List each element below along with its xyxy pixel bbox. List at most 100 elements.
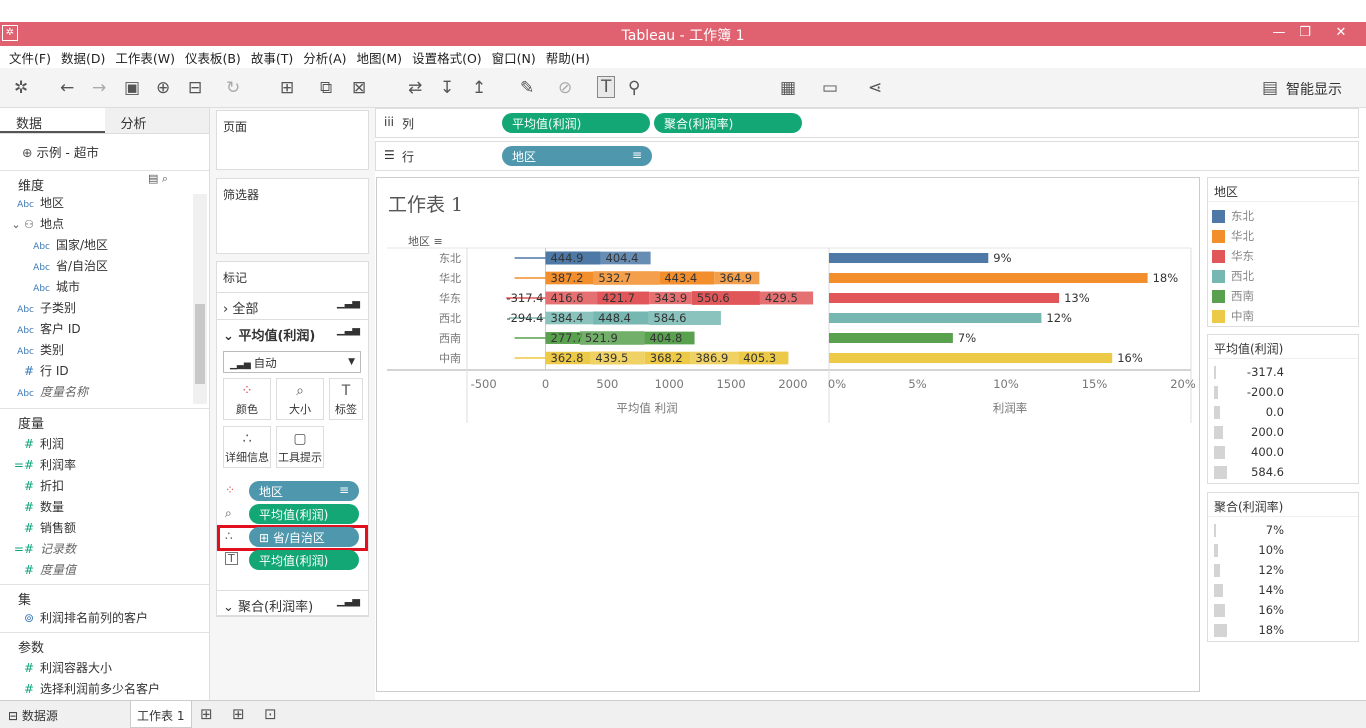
mark-type-select[interactable]: ▁▃▅ 自动 ▼: [223, 351, 361, 373]
size-legend-item[interactable]: 7%: [1212, 523, 1284, 537]
refresh-icon[interactable]: ↻: [226, 78, 240, 98]
menu-map[interactable]: 地图(M): [357, 48, 403, 67]
mark-pill-avg-profit-label[interactable]: 平均值(利润): [249, 550, 359, 570]
size-button[interactable]: ⌕ 大小: [276, 378, 324, 420]
filters-card[interactable]: 筛选器: [216, 178, 369, 254]
size-legend-profit[interactable]: 平均值(利润) -317.4 -200.0 0.0 200.0 400.0 584.6: [1207, 334, 1359, 484]
color-button[interactable]: ⁘ 颜色: [223, 378, 271, 420]
mark-pill-region[interactable]: 地区 ≡: [249, 481, 359, 501]
param-profit-bin[interactable]: # 利润容器大小: [0, 659, 195, 679]
field-profit[interactable]: # 利润: [0, 435, 195, 455]
size-legend-item[interactable]: -200.0: [1212, 385, 1284, 399]
field-region[interactable]: Abc 地区: [0, 194, 195, 214]
field-customer-id[interactable]: Abc 客户 ID: [0, 320, 195, 340]
columns-shelf[interactable]: iii 列 平均值(利润) 聚合(利润率): [375, 108, 1359, 138]
label-button[interactable]: T 标签: [329, 378, 363, 420]
show-me-icon[interactable]: ▤: [1262, 78, 1278, 98]
share-icon[interactable]: ⋖: [868, 78, 882, 98]
field-discount[interactable]: # 折扣: [0, 477, 195, 497]
size-legend-item[interactable]: 14%: [1212, 583, 1284, 597]
datasource-tab[interactable]: ⊟ 数据源: [8, 707, 58, 724]
color-legend-item[interactable]: 华东: [1212, 248, 1254, 264]
menu-story[interactable]: 故事(T): [251, 48, 293, 67]
menu-worksheet[interactable]: 工作表(W): [115, 48, 175, 67]
new-worksheet-icon[interactable]: ⊞: [280, 78, 294, 98]
mark-pill-province[interactable]: ⊞ 省/自治区: [249, 527, 359, 547]
size-legend-item[interactable]: 16%: [1212, 603, 1284, 617]
field-province[interactable]: Abc 省/自治区: [0, 257, 195, 277]
new-story-icon[interactable]: ⊡: [264, 705, 277, 723]
close-button[interactable]: ✕: [1318, 22, 1364, 46]
marks-agg-margin-row[interactable]: ⌄ 聚合(利润率) ▁▃▅: [216, 590, 369, 616]
tab-data[interactable]: 数据: [0, 108, 105, 133]
color-legend-item[interactable]: 西北: [1212, 268, 1254, 284]
sheet-tab[interactable]: 工作表 1: [130, 701, 192, 728]
group-icon[interactable]: ⊘: [558, 78, 572, 98]
marks-all-row[interactable]: › 全部 ▁▃▅: [217, 292, 368, 318]
marks-avg-profit-row[interactable]: ⌄ 平均值(利润) ▁▃▅: [217, 319, 368, 345]
menu-window[interactable]: 窗口(N): [492, 48, 536, 67]
worksheet-view[interactable]: 工作表 1 地区 ≡ 东北 444.9 404.4 9% 华北 387.2 532.7 443…: [376, 177, 1200, 692]
field-category[interactable]: Abc 类别: [0, 341, 195, 361]
size-legend-item[interactable]: 584.6: [1212, 465, 1284, 479]
show-labels-icon[interactable]: T: [597, 76, 616, 98]
menu-help[interactable]: 帮助(H): [546, 48, 590, 67]
clear-sheet-icon[interactable]: ⊠: [352, 78, 366, 98]
field-subcategory[interactable]: Abc 子类别: [0, 299, 195, 319]
fix-axes-icon[interactable]: ⚲: [628, 78, 640, 98]
tooltip-button[interactable]: ▢ 工具提示: [276, 426, 324, 468]
new-datasource-icon[interactable]: ⊕: [156, 78, 170, 98]
menu-analysis[interactable]: 分析(A): [303, 48, 346, 67]
pages-card[interactable]: 页面: [216, 110, 369, 170]
menu-data[interactable]: 数据(D): [61, 48, 105, 67]
search-icon[interactable]: ▤ ⌕: [148, 172, 168, 186]
field-measure-names[interactable]: Abc 度量名称: [0, 383, 195, 403]
duplicate-sheet-icon[interactable]: ⧉: [320, 78, 332, 98]
tableau-icon[interactable]: ✲: [14, 78, 28, 98]
menu-file[interactable]: 文件(F): [9, 48, 51, 67]
size-legend-item[interactable]: 18%: [1212, 623, 1284, 637]
field-quantity[interactable]: # 数量: [0, 498, 195, 518]
size-legend-item[interactable]: 400.0: [1212, 445, 1284, 459]
detail-button[interactable]: ∴ 详细信息: [223, 426, 271, 468]
color-legend-item[interactable]: 西南: [1212, 288, 1254, 304]
field-profit-margin[interactable]: =# 利润率: [0, 456, 195, 476]
save-icon[interactable]: ▣: [124, 78, 140, 98]
column-pill-avg-profit[interactable]: 平均值(利润): [502, 113, 650, 133]
show-cards-icon[interactable]: ▦: [780, 78, 796, 98]
field-location[interactable]: ⌄ ⚇ 地点: [0, 215, 195, 235]
tab-analysis[interactable]: 分析: [104, 108, 209, 133]
size-legend-item[interactable]: 200.0: [1212, 425, 1284, 439]
show-me-button[interactable]: 智能显示: [1286, 79, 1342, 99]
sort-asc-icon[interactable]: ↧: [440, 78, 454, 98]
size-legend-item[interactable]: 0.0: [1212, 405, 1284, 419]
swap-icon[interactable]: ⇄: [408, 78, 422, 98]
presentation-icon[interactable]: ▭: [822, 78, 838, 98]
field-measure-values[interactable]: # 度量值: [0, 561, 195, 581]
size-legend-item[interactable]: 12%: [1212, 563, 1284, 577]
size-legend-item[interactable]: -317.4: [1212, 365, 1284, 379]
row-pill-region[interactable]: 地区 ≡: [502, 146, 652, 166]
undo-icon[interactable]: ←: [60, 78, 74, 98]
color-legend-item[interactable]: 东北: [1212, 208, 1254, 224]
redo-icon[interactable]: →: [92, 78, 106, 98]
dimensions-scrollbar[interactable]: [193, 194, 207, 404]
field-record-count[interactable]: =# 记录数: [0, 540, 195, 560]
field-city[interactable]: Abc 城市: [0, 278, 195, 298]
column-pill-agg-margin[interactable]: 聚合(利润率): [654, 113, 802, 133]
set-top-customers[interactable]: ⊚ 利润排名前列的客户: [0, 609, 195, 629]
chart-svg[interactable]: 东北 444.9 404.4 9% 华北 387.2 532.7 443.4 364.9 18% 华…: [377, 178, 1199, 428]
rows-shelf[interactable]: ☰ 行 地区 ≡: [375, 141, 1359, 171]
color-legend-item[interactable]: 中南: [1212, 308, 1254, 324]
new-dashboard-icon[interactable]: ⊞: [232, 705, 245, 723]
sort-desc-icon[interactable]: ↥: [472, 78, 486, 98]
color-legend-item[interactable]: 华北: [1212, 228, 1254, 244]
param-top-customers[interactable]: # 选择利润前多少名客户: [0, 680, 195, 700]
field-row-id[interactable]: # 行 ID: [0, 362, 195, 382]
menu-format[interactable]: 设置格式(O): [412, 48, 482, 67]
field-country[interactable]: Abc 国家/地区: [0, 236, 195, 256]
new-sheet-icon[interactable]: ⊞: [200, 705, 213, 723]
restore-button[interactable]: ❐: [1290, 22, 1320, 46]
menu-dashboard[interactable]: 仪表板(B): [185, 48, 241, 67]
field-sales[interactable]: # 销售额: [0, 519, 195, 539]
